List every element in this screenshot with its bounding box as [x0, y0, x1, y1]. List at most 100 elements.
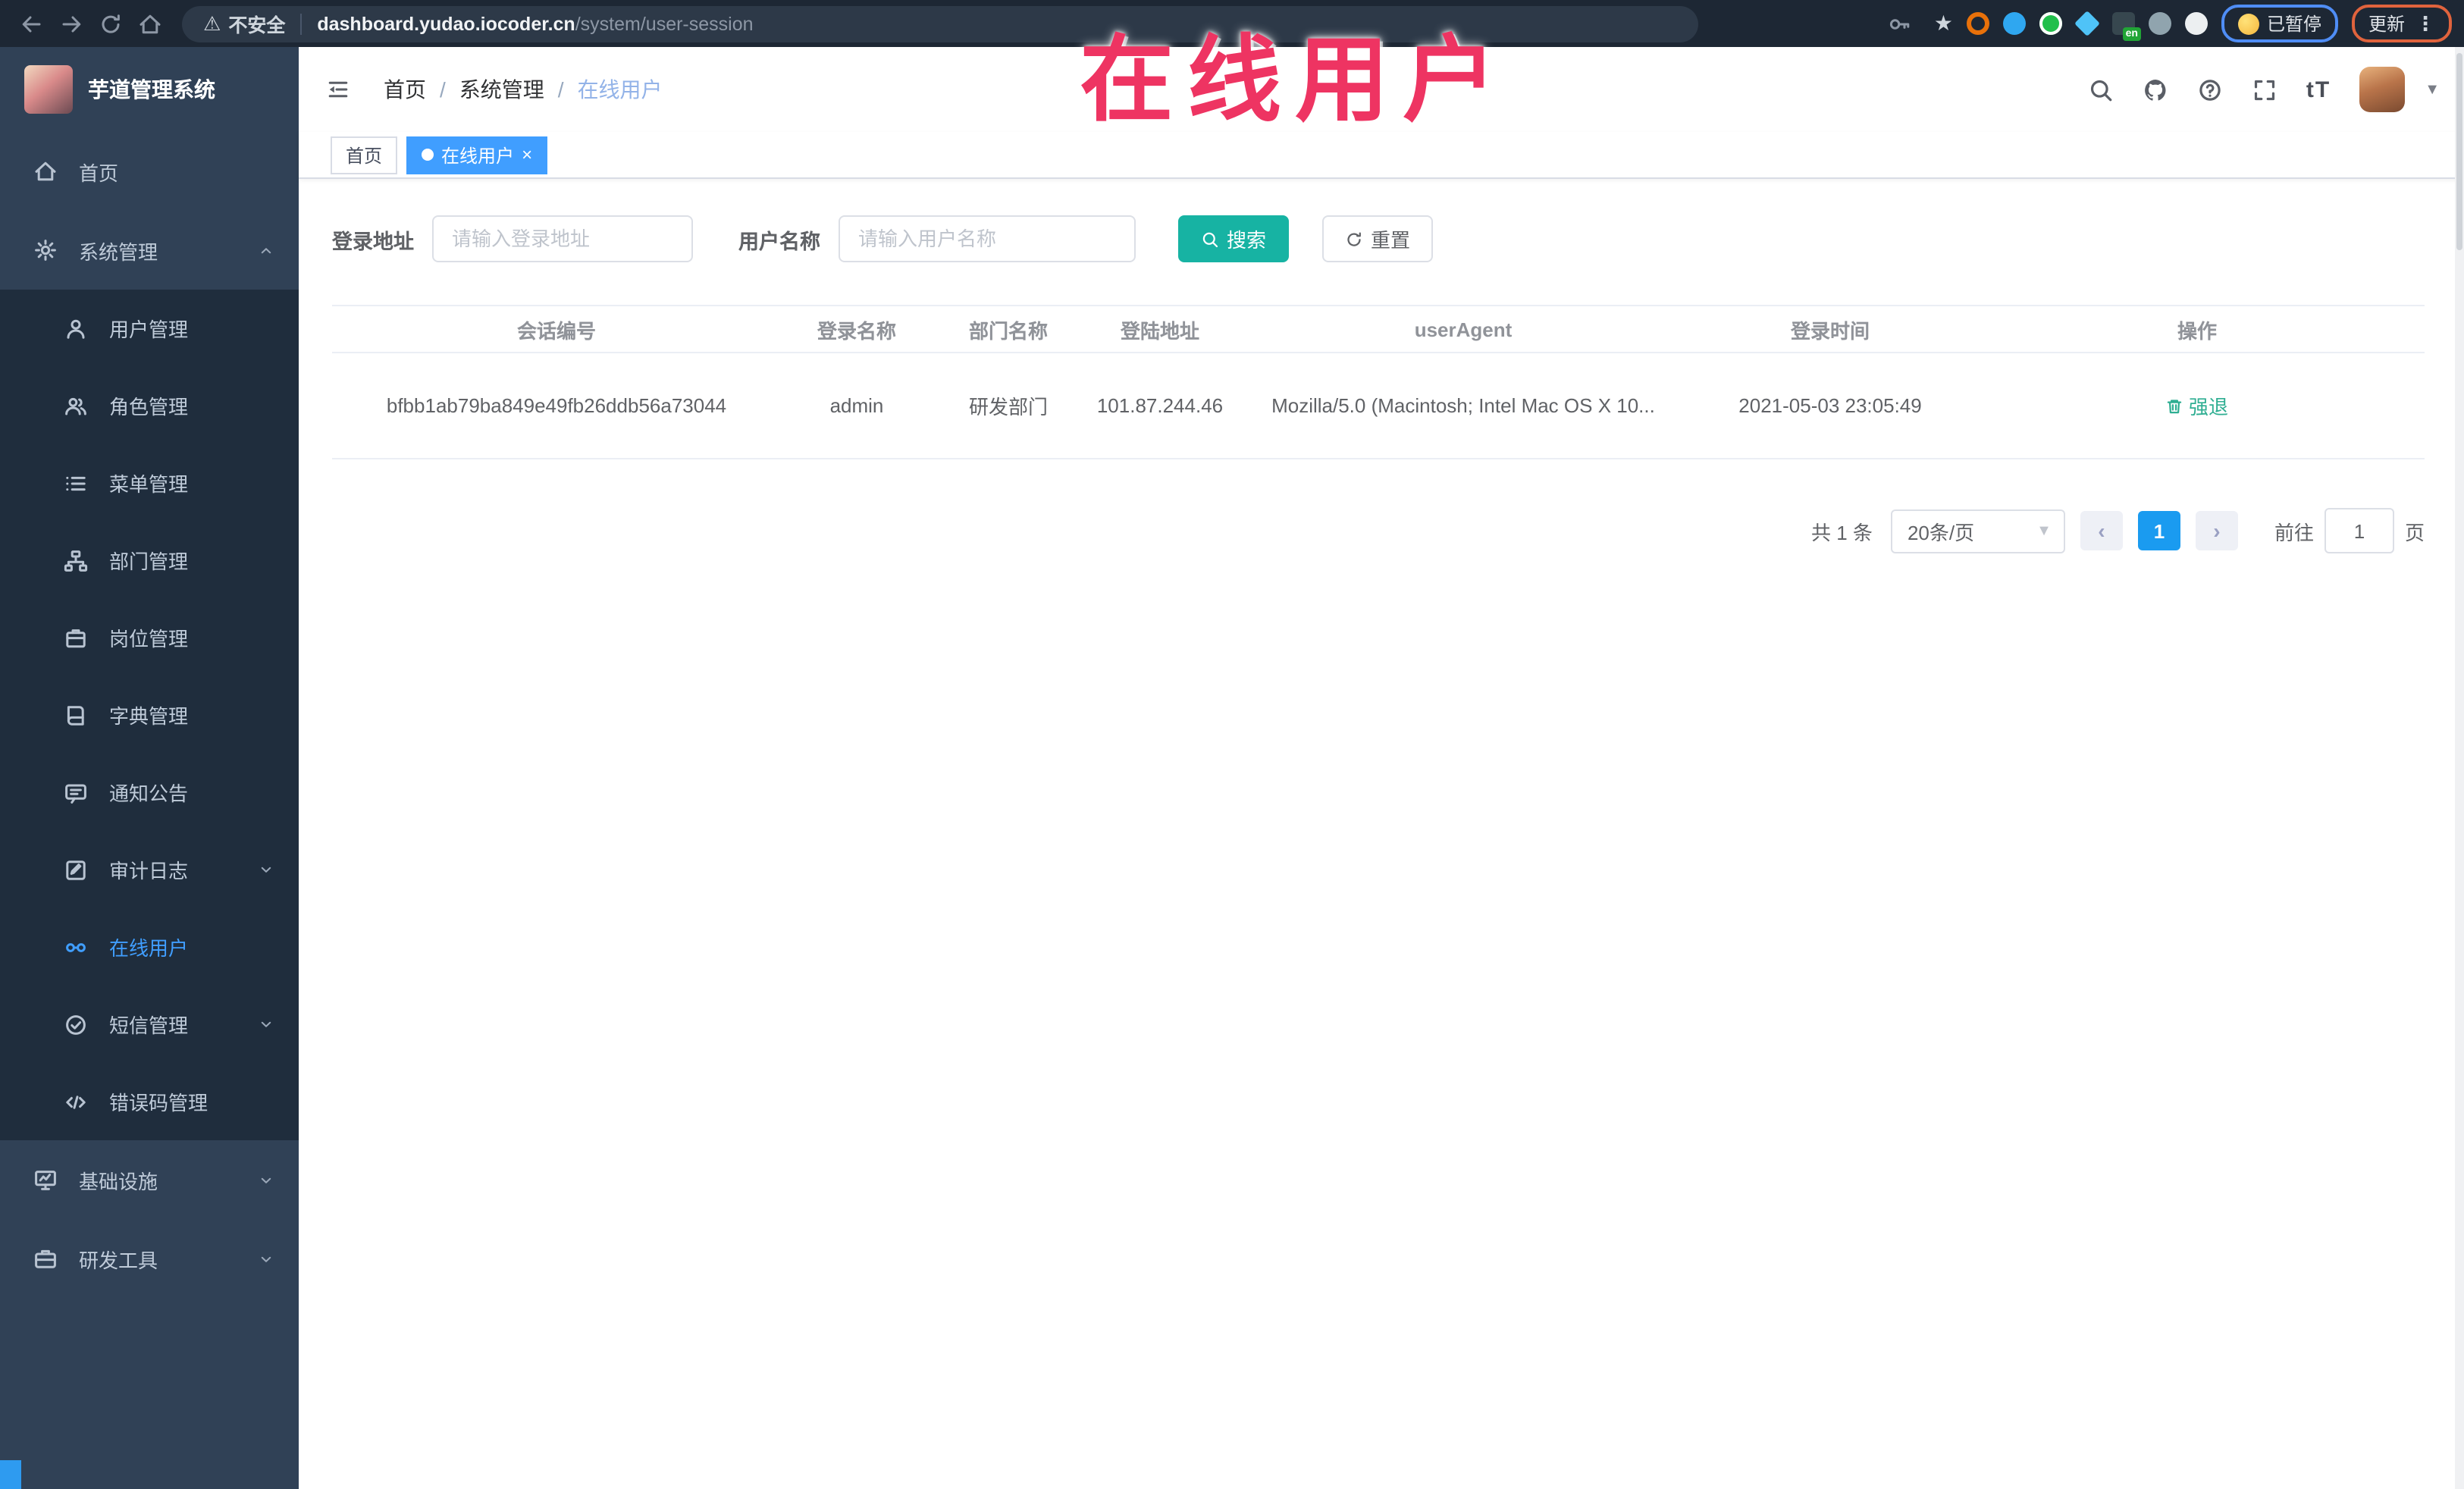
sidebar-item-1[interactable]: 系统管理	[0, 211, 299, 290]
sidebar-item-3[interactable]: 角色管理	[0, 367, 299, 444]
home-icon	[33, 159, 58, 183]
browser-menu-icon[interactable]: ⋮	[2415, 11, 2435, 36]
filter-form: 登录地址 用户名称 搜索 重置	[332, 215, 2425, 262]
ext-gray-icon[interactable]	[2148, 12, 2171, 35]
tag-active[interactable]: 在线用户 ×	[406, 136, 548, 174]
red-annotation: 在线用户	[1080, 29, 1511, 133]
refresh-icon	[1345, 230, 1363, 248]
breadcrumb-item[interactable]: 首页	[384, 74, 426, 105]
addr-input[interactable]	[432, 215, 693, 262]
sidebar-item-11[interactable]: 短信管理	[0, 986, 299, 1063]
org-tree-icon	[64, 548, 88, 572]
tools-icon	[33, 1246, 58, 1271]
help-icon[interactable]	[2197, 77, 2223, 102]
sidebar-item-13[interactable]: 基础设施	[0, 1140, 299, 1219]
reset-button[interactable]: 重置	[1322, 215, 1434, 262]
ext-lang-badge: en	[2122, 27, 2141, 41]
tag-dot-icon	[422, 149, 434, 161]
tag-item[interactable]: 首页	[331, 136, 398, 174]
update-button[interactable]: 更新 ⋮	[2351, 5, 2452, 42]
table-row: bfbb1ab79ba849e49fb26ddb56a73044 admin 研发部…	[332, 353, 2425, 459]
sidebar-item-12[interactable]: 错误码管理	[0, 1063, 299, 1140]
ext-puzzle-icon[interactable]	[2184, 12, 2208, 35]
ext-translate-icon[interactable]: en	[2111, 12, 2141, 41]
sidebar-item-label: 审计日志	[109, 860, 189, 882]
sidebar-item-10[interactable]: 在线用户	[0, 908, 299, 986]
sms-check-icon	[64, 1012, 88, 1036]
log-icon	[64, 857, 88, 882]
sidebar-item-9[interactable]: 审计日志	[0, 831, 299, 908]
blue-corner-marker	[0, 1460, 21, 1489]
book-icon	[64, 703, 88, 727]
divider	[300, 13, 303, 34]
sidebar-item-2[interactable]: 用户管理	[0, 290, 299, 367]
sidebar-item-6[interactable]: 岗位管理	[0, 599, 299, 676]
prev-page-button[interactable]: ‹	[2080, 511, 2123, 550]
sidebar-item-8[interactable]: 通知公告	[0, 754, 299, 831]
sidebar-item-14[interactable]: 研发工具	[0, 1219, 299, 1298]
gear-icon	[33, 238, 58, 262]
name-input[interactable]	[839, 215, 1136, 262]
goto-page-input[interactable]	[2324, 508, 2394, 553]
caret-down-icon[interactable]: ▼	[2425, 81, 2440, 98]
sidebar-item-label: 基础设施	[79, 1170, 158, 1193]
chevron-down-icon	[258, 861, 274, 878]
users-icon	[64, 393, 88, 418]
monitor-icon	[33, 1168, 58, 1192]
avatar[interactable]	[2359, 67, 2406, 112]
ext-blue-drop-icon[interactable]	[2002, 12, 2026, 35]
next-page-button[interactable]: ›	[2195, 511, 2238, 550]
sidebar-item-4[interactable]: 菜单管理	[0, 444, 299, 522]
bookmark-star-icon[interactable]: ★	[1934, 11, 1953, 36]
sidebar-item-label: 首页	[79, 161, 119, 184]
logo-image	[24, 65, 73, 114]
sidebar-item-label: 部门管理	[109, 550, 189, 573]
page-size-select[interactable]: 20条/页 ▼	[1890, 509, 2065, 553]
page-1-button[interactable]: 1	[2137, 511, 2180, 550]
sidebar: 芋道管理系统 首页系统管理用户管理 角色管理菜单管理部门管理岗位管理字典管理 通知公…	[0, 47, 299, 1489]
goto-label: 前往	[2274, 521, 2314, 544]
sessions-table: 会话编号 登录名称 部门名称 登陆地址 userAgent 登录时间 操作 bfbb1ab7…	[332, 305, 2425, 459]
search-icon[interactable]	[2088, 77, 2114, 102]
ext-green-circle-icon[interactable]	[2039, 12, 2062, 35]
column-header: 部门名称	[933, 305, 1084, 353]
security-chip[interactable]: ⚠ 不安全	[203, 9, 285, 38]
ext-blue-diamond-icon[interactable]	[2074, 11, 2100, 36]
textsize-icon[interactable]: tT	[2306, 77, 2331, 102]
forward-icon[interactable]	[52, 4, 91, 43]
paused-profile-pill[interactable]: 已暂停	[2221, 5, 2338, 42]
breadcrumb-item[interactable]: 系统管理	[459, 74, 544, 105]
ext-orange-ring-icon[interactable]	[1966, 12, 1989, 35]
column-header: 操作	[1970, 305, 2425, 353]
github-icon[interactable]	[2143, 77, 2168, 102]
chevron-down-icon	[258, 1016, 274, 1033]
menu-list-icon	[64, 471, 88, 495]
force-logout-button[interactable]: 强退	[2166, 391, 2228, 420]
sidebar-item-0[interactable]: 首页	[0, 132, 299, 211]
sidebar-item-label: 系统管理	[79, 240, 158, 263]
sidebar-item-5[interactable]: 部门管理	[0, 522, 299, 599]
url-host: dashboard.yudao.iocoder.cn	[317, 13, 575, 34]
tag-close-icon[interactable]: ×	[522, 146, 532, 164]
sidebar-item-7[interactable]: 字典管理	[0, 676, 299, 754]
page-scrollbar[interactable]	[2455, 47, 2464, 1489]
select-caret-icon: ▼	[2036, 522, 2052, 539]
notice-icon	[64, 780, 88, 804]
addr-label: 登录地址	[332, 230, 414, 252]
sidebar-item-label: 菜单管理	[109, 473, 189, 496]
reload-icon[interactable]	[91, 4, 130, 43]
key-icon[interactable]	[1881, 4, 1920, 43]
fullscreen-icon[interactable]	[2252, 77, 2277, 102]
page-unit-label: 页	[2404, 521, 2425, 544]
online-icon	[64, 935, 88, 959]
trash-icon	[2166, 397, 2184, 415]
column-header: 登录名称	[781, 305, 933, 353]
hamburger-icon[interactable]	[326, 77, 350, 102]
badge-icon	[64, 625, 88, 650]
search-button[interactable]: 搜索	[1178, 215, 1290, 262]
cell-session: bfbb1ab79ba849e49fb26ddb56a73044	[332, 353, 781, 459]
sidebar-logo[interactable]: 芋道管理系统	[0, 47, 299, 132]
back-icon[interactable]	[12, 4, 52, 43]
browser-home-icon[interactable]	[130, 4, 170, 43]
sidebar-item-label: 岗位管理	[109, 628, 189, 650]
